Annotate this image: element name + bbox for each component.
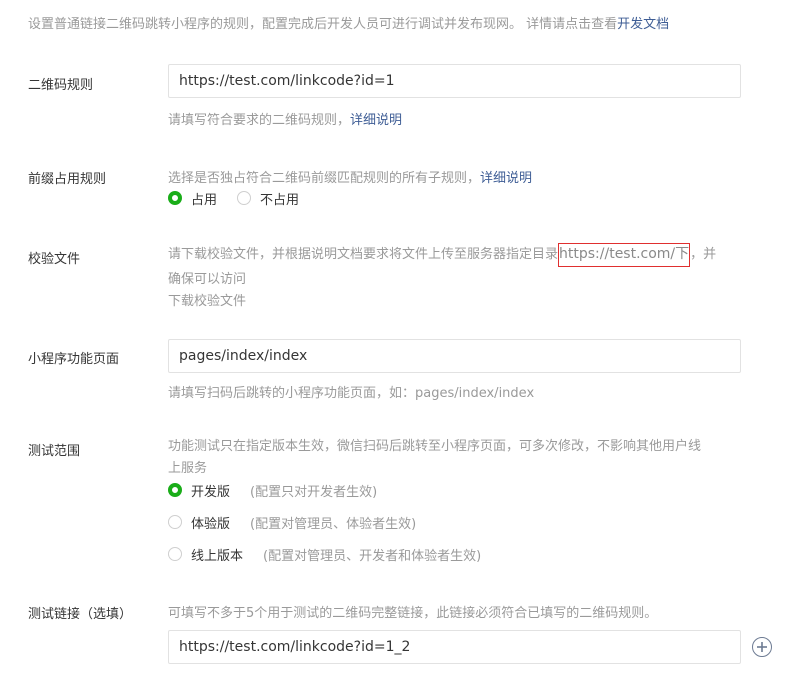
plus-icon xyxy=(757,642,767,652)
radio-selected-icon[interactable] xyxy=(168,483,182,497)
prefix-rule-label: 前缀占用规则 xyxy=(28,172,107,187)
verify-file-desc-line2: 确保可以访问 xyxy=(168,272,247,287)
verify-file-desc-text: 请下载校验文件，并根据说明文档要求将文件上传至服务器指定目录 xyxy=(168,247,559,262)
qr-rule-hint-text: 请填写符合要求的二维码规则， xyxy=(168,113,351,128)
qr-rule-detail-link[interactable]: 详细说明 xyxy=(350,113,402,128)
scope-option-label: 体验版 xyxy=(191,516,231,532)
qr-rule-input[interactable]: https://test.com/linkcode?id=1 xyxy=(168,64,741,98)
page-path-input[interactable]: pages/index/index xyxy=(168,339,741,373)
download-verify-file-link[interactable]: 下载校验文件 xyxy=(168,290,246,309)
test-scope-desc-line2: 上服务 xyxy=(168,461,208,476)
server-directory-highlight: https://test.com/下 xyxy=(558,243,691,267)
test-scope-label: 测试范围 xyxy=(28,444,81,459)
qr-rule-hint: 请填写符合要求的二维码规则，详细说明 xyxy=(168,109,402,128)
prefix-option-label: 不占用 xyxy=(260,192,300,208)
prefix-option-not-occupy[interactable]: 不占用 xyxy=(237,188,299,208)
prefix-option-label: 占用 xyxy=(191,192,218,208)
scope-option-note: (配置对管理员、开发者和体验者生效) xyxy=(263,548,482,564)
prefix-option-occupy[interactable]: 占用 xyxy=(168,188,217,208)
test-scope-desc: 功能测试只在指定版本生效，微信扫码后跳转至小程序页面，可多次修改，不影响其他用户… xyxy=(168,436,748,480)
radio-unselected-icon[interactable] xyxy=(237,191,251,205)
intro-text: 设置普通链接二维码跳转小程序的规则，配置完成后开发人员可进行调试并发布现网。 详… xyxy=(28,13,669,32)
test-link-hint: 可填写不多于5个用于测试的二维码完整链接，此链接必须符合已填写的二维码规则。 xyxy=(168,606,658,621)
scope-option-label: 开发版 xyxy=(191,484,231,500)
test-scope-desc-line1: 功能测试只在指定版本生效，微信扫码后跳转至小程序页面，可多次修改，不影响其他用户… xyxy=(168,439,702,454)
scope-option-label: 线上版本 xyxy=(191,548,244,564)
scope-option-note: (配置对管理员、体验者生效) xyxy=(250,516,417,532)
prefix-rule-desc: 选择是否独占符合二维码前缀匹配规则的所有子规则，详细说明 xyxy=(168,167,532,186)
radio-selected-icon[interactable] xyxy=(168,191,182,205)
page-hint: 请填写扫码后跳转的小程序功能页面，如：pages/index/index xyxy=(168,386,535,401)
scope-option-online[interactable]: 线上版本 (配置对管理员、开发者和体验者生效) xyxy=(168,544,481,564)
scope-option-dev[interactable]: 开发版 (配置只对开发者生效) xyxy=(168,480,377,500)
dev-docs-link[interactable]: 开发文档 xyxy=(617,17,669,32)
test-link-label: 测试链接（选填） xyxy=(28,607,133,622)
verify-file-desc-tail: ，并 xyxy=(690,247,717,262)
verify-file-label: 校验文件 xyxy=(28,252,81,267)
scope-option-note: (配置只对开发者生效) xyxy=(250,484,378,500)
test-link-input[interactable]: https://test.com/linkcode?id=1_2 xyxy=(168,630,741,664)
plus-circle-icon[interactable] xyxy=(752,637,772,657)
radio-unselected-icon[interactable] xyxy=(168,515,182,529)
scope-option-trial[interactable]: 体验版 (配置对管理员、体验者生效) xyxy=(168,512,416,532)
radio-unselected-icon[interactable] xyxy=(168,547,182,561)
qr-rule-label: 二维码规则 xyxy=(28,78,94,93)
prefix-rule-detail-link[interactable]: 详细说明 xyxy=(480,171,532,186)
verify-file-desc: 请下载校验文件，并根据说明文档要求将文件上传至服务器指定目录https://te… xyxy=(168,243,768,267)
page-label: 小程序功能页面 xyxy=(28,352,120,367)
intro-description: 设置普通链接二维码跳转小程序的规则，配置完成后开发人员可进行调试并发布现网。 详… xyxy=(28,17,618,32)
prefix-rule-desc-text: 选择是否独占符合二维码前缀匹配规则的所有子规则， xyxy=(168,171,481,186)
